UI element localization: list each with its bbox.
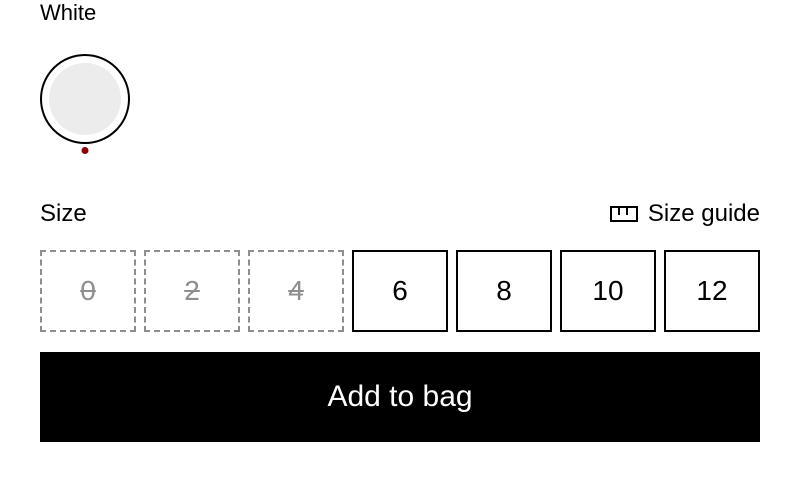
add-to-bag-button[interactable]: Add to bag [40,352,760,442]
size-option-10[interactable]: 10 [560,250,656,332]
size-option-8[interactable]: 8 [456,250,552,332]
color-swatch-fill [49,63,121,135]
size-header: Size Size guide [40,200,760,228]
size-options: 024681012 [40,250,760,332]
size-guide-label: Size guide [648,200,760,228]
ruler-icon [610,206,638,222]
size-guide-button[interactable]: Size guide [610,200,760,228]
size-label: Size [40,200,87,228]
size-option-2: 2 [144,250,240,332]
swatch-indicator-dot [82,147,89,154]
size-option-6[interactable]: 6 [352,250,448,332]
color-swatch-container [40,54,130,144]
size-option-0: 0 [40,250,136,332]
color-swatch-white[interactable] [40,54,130,144]
size-option-12[interactable]: 12 [664,250,760,332]
size-option-4: 4 [248,250,344,332]
color-label: White [40,0,760,26]
